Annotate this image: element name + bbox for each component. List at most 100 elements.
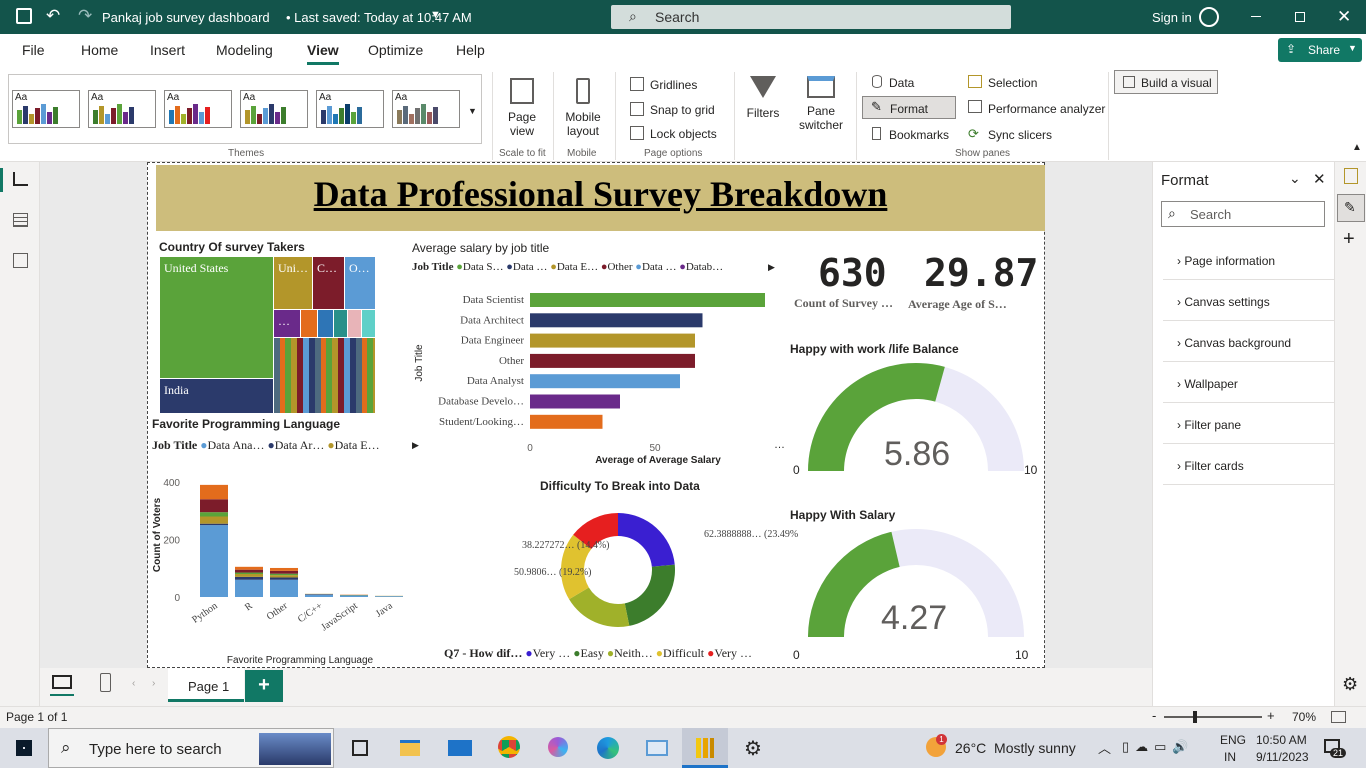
close-icon[interactable]: ✕ — [1337, 7, 1351, 27]
treemap-tile-more[interactable]: … — [274, 310, 300, 337]
title-dropdown-icon[interactable]: ▼ — [430, 9, 441, 21]
taskbar-search-box[interactable]: ⌕ Type here to search — [48, 728, 334, 768]
zoom-thumb[interactable] — [1193, 711, 1197, 723]
chrome-icon[interactable] — [498, 736, 520, 758]
performance-pane-button[interactable]: Performance analyzer — [988, 102, 1105, 116]
snap-checkbox[interactable] — [630, 102, 644, 116]
lang-bar-segment[interactable] — [270, 579, 298, 597]
selection-pane-button[interactable]: Selection — [988, 76, 1037, 90]
lang-bar-segment[interactable] — [270, 575, 298, 578]
lang-bar-segment[interactable] — [200, 512, 228, 517]
lang-bar-segment[interactable] — [375, 596, 403, 597]
lang-bar-segment[interactable] — [270, 573, 298, 576]
format-canvas-background[interactable]: › Canvas background — [1163, 322, 1335, 362]
legend-item[interactable]: Data Ana… — [207, 438, 264, 452]
lang-bar-segment[interactable] — [270, 570, 298, 574]
salary-bar[interactable] — [530, 353, 695, 368]
copilot-icon[interactable] — [548, 737, 568, 757]
salary-bar[interactable] — [530, 374, 680, 389]
search-box[interactable]: ⌕ Search — [611, 5, 1011, 29]
lang-bar-segment[interactable] — [200, 484, 228, 500]
menu-optimize[interactable]: Optimize — [368, 42, 423, 58]
start-icon[interactable] — [16, 740, 32, 756]
treemap-small-tiles[interactable] — [274, 338, 375, 413]
sign-in-link[interactable]: Sign in — [1152, 10, 1192, 25]
treemap-tile-other[interactable]: O… — [345, 257, 375, 309]
file-explorer-icon[interactable] — [400, 740, 420, 756]
account-icon[interactable] — [1199, 7, 1219, 27]
lang-bar-segment[interactable] — [200, 523, 228, 526]
menu-insert[interactable]: Insert — [150, 42, 185, 58]
format-canvas-settings[interactable]: › Canvas settings — [1163, 281, 1335, 321]
legend-item[interactable]: Neith… — [614, 646, 653, 660]
format-pane-button[interactable]: ✎ Format — [862, 96, 956, 119]
legend-item[interactable]: Other — [607, 261, 632, 273]
legend-item[interactable]: Easy — [581, 646, 604, 660]
country-treemap[interactable]: United States India Uni… C… O… … — [160, 257, 375, 413]
lang-bar-segment[interactable] — [340, 595, 368, 597]
lang-bar-segment[interactable] — [235, 574, 263, 577]
lang-bar-segment[interactable] — [235, 569, 263, 573]
themes-expand-icon[interactable]: ▼ — [468, 106, 477, 116]
edge-icon[interactable] — [597, 737, 619, 759]
zoom-out-button[interactable]: - — [1152, 708, 1156, 723]
lang-bar-segment[interactable] — [235, 579, 263, 597]
treemap-small-tile[interactable] — [362, 310, 375, 337]
collapse-pane-icon[interactable]: ⌄ — [1289, 170, 1301, 187]
restore-icon[interactable] — [1295, 12, 1305, 22]
theme-swatch[interactable]: Aa — [164, 90, 232, 128]
minimize-icon[interactable] — [1251, 16, 1261, 17]
report-view-icon[interactable] — [13, 172, 28, 186]
save-icon[interactable] — [16, 8, 32, 24]
tray-icons[interactable]: ▯☁▭🔊 — [1122, 739, 1195, 755]
format-rail-button[interactable]: ✎ — [1337, 194, 1365, 222]
input-lang-1[interactable]: ENG — [1220, 733, 1246, 747]
settings-icon[interactable]: ⚙ — [744, 736, 762, 761]
lang-bar-segment[interactable] — [270, 577, 298, 580]
collapse-ribbon-icon[interactable]: ▲ — [1352, 142, 1362, 153]
salary-bar[interactable] — [530, 333, 695, 348]
zoom-slider[interactable] — [1164, 711, 1262, 723]
treemap-small-tile[interactable] — [301, 310, 317, 337]
treemap-small-tile[interactable] — [348, 310, 361, 337]
lang-bar-segment[interactable] — [235, 572, 263, 574]
mobile-layout-icon[interactable] — [100, 673, 111, 692]
table-view-icon[interactable] — [13, 213, 28, 227]
legend-item[interactable]: Data E… — [557, 261, 598, 273]
legend-item[interactable]: Data … — [642, 261, 677, 273]
page-tab[interactable]: Page 1 — [168, 668, 244, 702]
legend-item[interactable]: Data Ar… — [275, 438, 325, 452]
legend-item[interactable]: Very … — [533, 646, 571, 660]
legend-next-icon[interactable]: ▶ — [768, 262, 775, 273]
powerbi-taskbar-button[interactable] — [682, 728, 728, 768]
task-view-icon[interactable] — [352, 740, 368, 756]
redo-icon[interactable]: ↷ — [78, 6, 92, 26]
data-pane-button[interactable]: Data — [889, 76, 914, 90]
lang-bar-segment[interactable] — [235, 566, 263, 570]
model-view-icon[interactable] — [13, 253, 28, 268]
lang-bar-segment[interactable] — [200, 516, 228, 524]
visualizations-icon[interactable] — [1344, 168, 1358, 184]
lang-bar-segment[interactable] — [270, 567, 298, 571]
menu-help[interactable]: Help — [456, 42, 485, 58]
lang-bar-segment[interactable] — [200, 499, 228, 513]
legend-item[interactable]: Datab… — [686, 261, 723, 273]
salary-bar-chart[interactable]: Data Scientist Data Architect Data Enginee… — [410, 281, 780, 471]
treemap-tile-uk[interactable]: Uni… — [274, 257, 312, 309]
pane-switcher-button[interactable]: Pane switcher — [792, 74, 850, 144]
laptop-app-icon[interactable] — [646, 740, 668, 756]
legend-item[interactable]: Data S… — [463, 261, 504, 273]
filters-button[interactable]: Filters — [742, 74, 784, 144]
theme-swatch[interactable]: Aa — [316, 90, 384, 128]
lang-bar-segment[interactable] — [235, 576, 263, 580]
format-page-information[interactable]: › Page information — [1163, 240, 1335, 280]
gridlines-checkbox[interactable] — [630, 77, 644, 91]
legend-item[interactable]: Data … — [513, 261, 548, 273]
page-view-button[interactable]: Page view — [502, 74, 542, 144]
lang-bar-segment[interactable] — [305, 594, 333, 595]
mobile-layout-button[interactable]: Mobile layout — [560, 74, 606, 144]
format-filter-pane[interactable]: › Filter pane — [1163, 404, 1335, 444]
settings-icon[interactable]: ⚙ — [1342, 674, 1358, 695]
weather-text[interactable]: 26°C Mostly sunny — [955, 740, 1076, 756]
treemap-tile-canada[interactable]: C… — [313, 257, 344, 309]
